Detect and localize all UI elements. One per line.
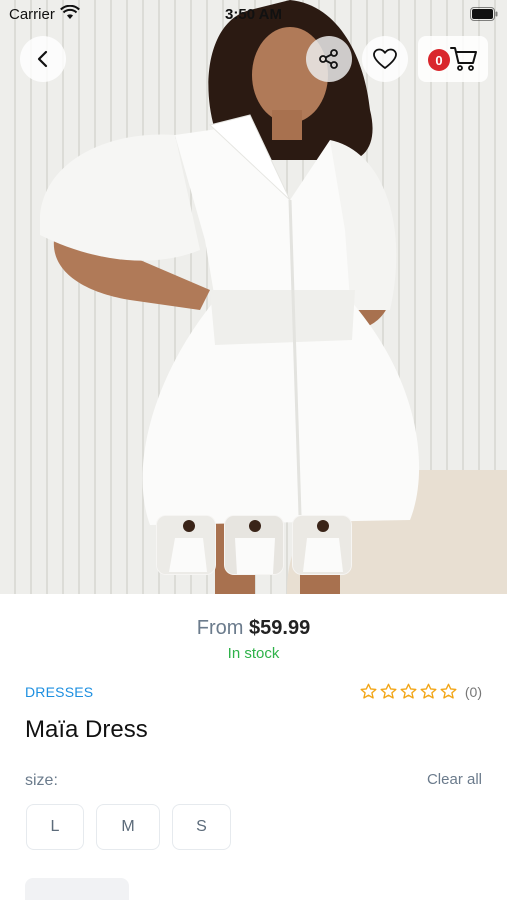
price-value: $59.99	[249, 617, 311, 639]
rating[interactable]: (0)	[357, 683, 482, 700]
price-prefix: From	[196, 617, 244, 639]
add-to-cart-button-partial[interactable]	[25, 878, 129, 900]
star-icon	[360, 683, 377, 699]
product-image[interactable]	[0, 0, 507, 594]
favorite-button[interactable]	[362, 36, 408, 82]
size-option-l[interactable]: L	[26, 804, 84, 850]
gallery-thumbnail[interactable]	[292, 515, 352, 575]
back-button[interactable]	[20, 36, 66, 82]
cart-button[interactable]: 0	[418, 36, 488, 82]
share-icon	[319, 49, 338, 69]
status-bar: Carrier 3:50 AM	[0, 0, 507, 28]
category-link[interactable]: DRESSES	[25, 684, 93, 700]
size-label: size:	[25, 772, 58, 789]
size-option-m[interactable]: M	[96, 804, 160, 850]
size-option-s[interactable]: S	[172, 804, 231, 850]
share-button[interactable]	[306, 36, 352, 82]
star-icon	[400, 683, 417, 699]
cart-count-badge: 0	[428, 49, 450, 71]
cart-icon	[450, 47, 477, 71]
model-in-white-dress-image	[40, 0, 420, 594]
star-icon	[440, 683, 457, 699]
chevron-left-icon	[37, 50, 48, 68]
status-time: 3:50 AM	[225, 6, 282, 23]
gallery-thumbnail[interactable]	[156, 515, 216, 575]
star-icon	[380, 683, 397, 699]
price-line: From $59.99	[0, 617, 507, 640]
rating-count: (0)	[464, 683, 482, 700]
product-title: Maïa Dress	[25, 716, 148, 743]
gallery-thumbnail[interactable]	[224, 515, 284, 575]
clear-all-button[interactable]: Clear all	[427, 771, 482, 788]
star-icon	[420, 683, 437, 699]
heart-icon	[373, 48, 397, 69]
battery-icon	[470, 7, 498, 21]
stock-status: In stock	[227, 645, 280, 662]
